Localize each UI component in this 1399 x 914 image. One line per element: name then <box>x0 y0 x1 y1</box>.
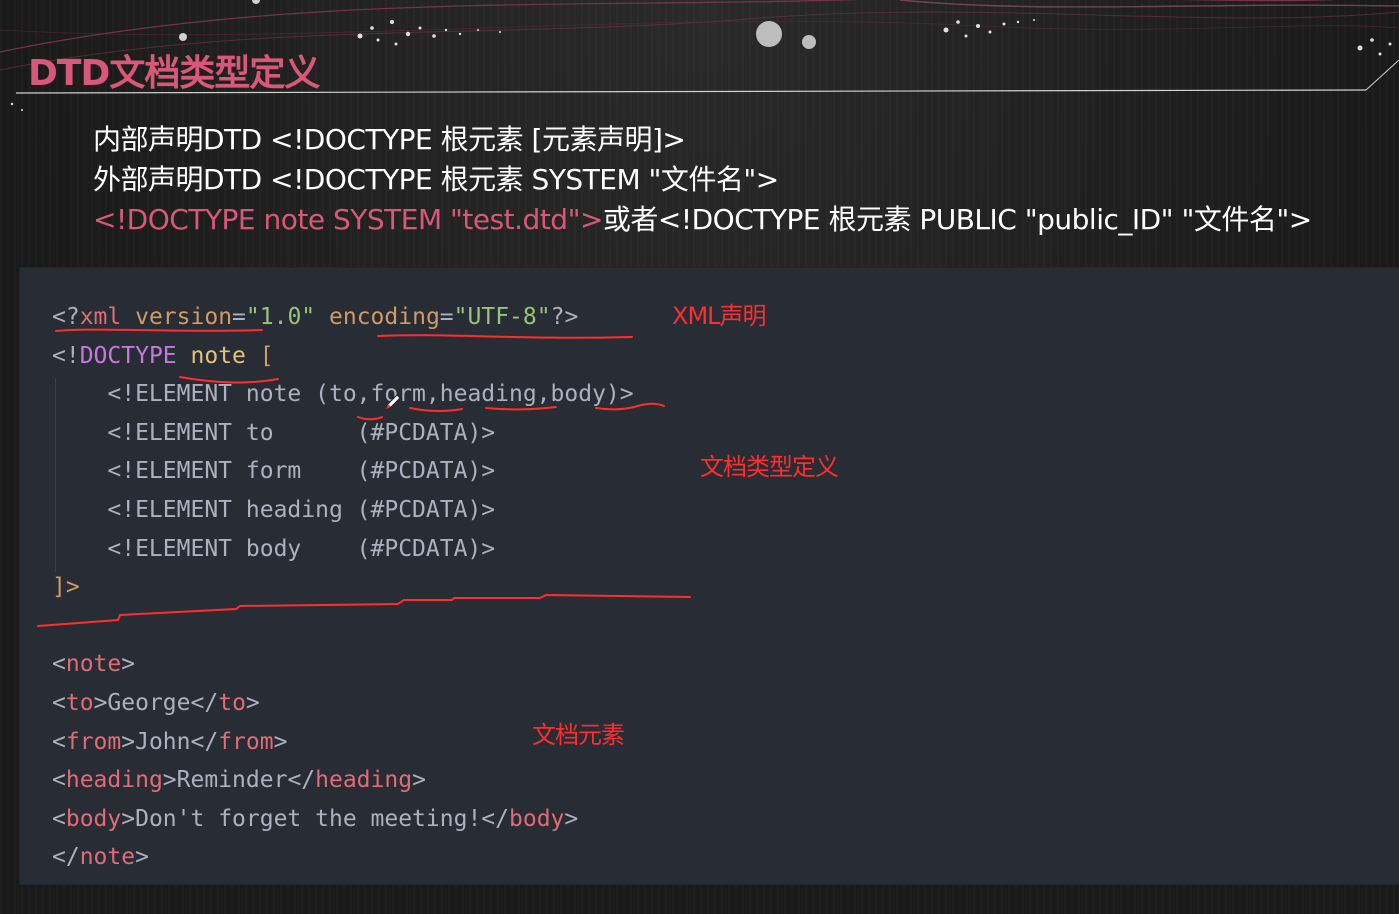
internal-dtd-syntax: 内部声明DTD <!DOCTYPE 根元素 [元素声明]> <box>93 123 686 156</box>
code-line-xml-decl: <?xml version="1.0" encoding="UTF-8"?> <box>52 304 579 330</box>
external-dtd-syntax: 外部声明DTD <!DOCTYPE 根元素 SYSTEM "文件名"> <box>93 163 779 196</box>
code-line-note-close: </note> <box>52 844 149 871</box>
code-line-element: <!ELEMENT to (#PCDATA)> <box>107 419 496 446</box>
code-line-from: <from>John</from> <box>52 728 288 755</box>
code-line-element: <!ELEMENT heading (#PCDATA)> <box>107 496 496 523</box>
code-line-doctype-close: ]> <box>52 574 80 601</box>
code-block: <?xml version="1.0" encoding="UTF-8"?> <… <box>52 298 634 877</box>
code-line-element: <!ELEMENT note (to,form,heading,body)> <box>107 381 634 408</box>
code-panel: <?xml version="1.0" encoding="UTF-8"?> <… <box>20 268 1399 884</box>
code-line-heading: <heading>Reminder</heading> <box>52 767 426 794</box>
code-line-element: <!ELEMENT body (#PCDATA)> <box>107 535 496 562</box>
code-line-element: <!ELEMENT form (#PCDATA)> <box>107 458 496 485</box>
code-line-body: <body>Don't forget the meeting!</body> <box>52 805 579 832</box>
code-line-doctype: <!DOCTYPE note [ <box>52 342 274 369</box>
code-line-note-open: <note> <box>52 651 136 678</box>
pen-cursor-icon <box>385 394 401 410</box>
annotation-document-elements: 文档元素 <box>532 721 625 749</box>
code-line-to: <to>George</to> <box>52 689 260 716</box>
annotation-dtd: 文档类型定义 <box>700 453 839 481</box>
system-example: <!DOCTYPE note SYSTEM "test.dtd"> <box>93 203 603 236</box>
doctype-example-syntax: <!DOCTYPE note SYSTEM "test.dtd">或者<!DOC… <box>93 200 1312 240</box>
public-syntax: 或者<!DOCTYPE 根元素 PUBLIC "public_ID" "文件名"… <box>602 203 1312 236</box>
annotation-xml-declaration: XML声明 <box>672 302 767 330</box>
slide-title: DTD文档类型定义 <box>28 53 320 94</box>
